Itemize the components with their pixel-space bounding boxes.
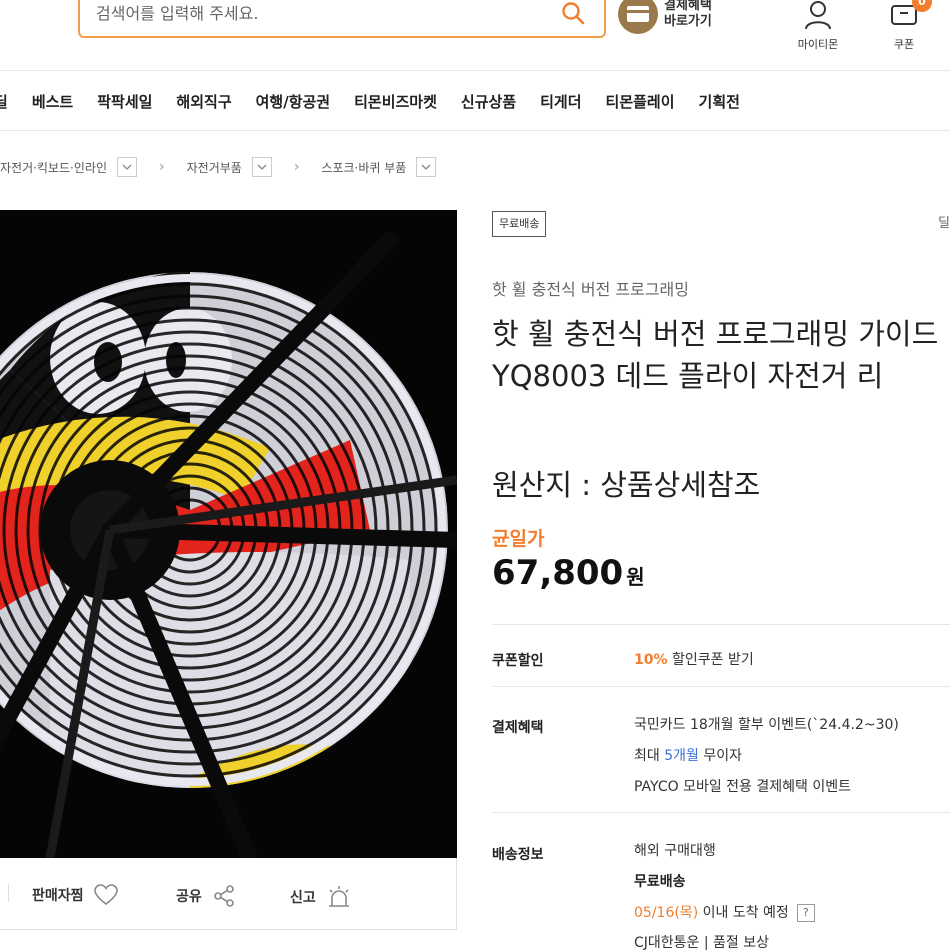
my-tmon-link[interactable]: 마이티몬	[788, 0, 848, 52]
chevron-down-icon[interactable]	[416, 157, 437, 177]
deal-label: 딜	[938, 216, 950, 231]
nav-item-new[interactable]: 신규상품	[461, 91, 516, 112]
chevron-down-icon[interactable]	[117, 157, 137, 177]
delivery-fee: 무료배송	[634, 874, 686, 890]
delivery-carrier: CJ대한통운 | 품절 보상	[634, 935, 770, 950]
search-input[interactable]	[96, 4, 536, 23]
breadcrumb-item[interactable]: 자전거·킥보드·인라인	[0, 157, 137, 177]
payment-benefit-label: 결제혜택	[492, 720, 544, 736]
header-divider	[0, 70, 950, 71]
nav-item-biz-market[interactable]: 티몬비즈마켓	[354, 91, 437, 112]
free-shipping-tag: 무료배송	[492, 211, 547, 237]
siren-icon	[328, 886, 349, 907]
search-box[interactable]	[78, 0, 606, 38]
pay-benefit-label: 결제혜택 바로가기	[664, 0, 712, 29]
nav-item-exhibition[interactable]: 기획전	[699, 91, 740, 112]
help-icon[interactable]: ?	[796, 904, 815, 922]
nav-item-overseas[interactable]: 해외직구	[176, 91, 231, 112]
payment-benefit-payco[interactable]: PAYCO 모바일 전용 결제혜택 이벤트	[634, 776, 851, 796]
coupon-link[interactable]: 쿠폰 0	[874, 0, 934, 52]
search-icon[interactable]	[560, 0, 586, 26]
delivery-eta: 05/16(목) 이내 도착 예정?	[634, 902, 815, 922]
product-price: 67,800 원	[492, 553, 645, 593]
chevron-right-icon: ›	[293, 159, 300, 175]
wish-button[interactable]: 판매자찜	[32, 884, 118, 906]
image-action-bar: 판매자찜 공유 신고	[0, 858, 457, 930]
payment-benefit-card[interactable]: 국민카드 18개월 할부 이벤트(`24.4.2~30)	[634, 714, 899, 734]
breadcrumb: 자전거·킥보드·인라인 › 자전거부품 › 스포크·바퀴 부품	[0, 157, 437, 177]
category-nav: 딜 베스트 팍팍세일 해외직구 여행/항공권 티몬비즈마켓 신규상품 티게더 티…	[0, 86, 764, 116]
product-image[interactable]	[0, 210, 457, 858]
product-title: 핫 휠 충전식 버전 프로그래밍 가이드 YQ8003 데드 플라이 자전거 리	[492, 317, 939, 393]
price-label: 균일가	[492, 528, 545, 550]
nav-item-tigether[interactable]: 티게더	[540, 91, 581, 112]
breadcrumb-item[interactable]: 자전거부품	[187, 157, 272, 177]
product-origin: 원산지 : 상품상세참조	[492, 468, 761, 502]
heart-icon	[93, 884, 118, 906]
report-button[interactable]: 신고	[290, 884, 352, 910]
pay-benefit-link[interactable]: 결제혜택 바로가기	[618, 0, 712, 34]
coupon-download-link[interactable]: 10% 할인쿠폰 받기	[634, 649, 754, 669]
divider	[492, 624, 950, 625]
user-icon	[805, 1, 831, 30]
share-icon	[213, 885, 234, 907]
divider	[492, 812, 950, 813]
my-tmon-label: 마이티몬	[797, 38, 839, 51]
card-icon	[618, 0, 658, 34]
chevron-right-icon: ›	[159, 159, 165, 175]
divider	[8, 884, 9, 902]
nav-item-sale[interactable]: 팍팍세일	[97, 91, 152, 112]
nav-item-best[interactable]: 베스트	[32, 91, 73, 112]
delivery-info-label: 배송정보	[492, 847, 544, 863]
delivery-type: 해외 구매대행	[634, 843, 716, 859]
product-brand[interactable]: 핫 휠 충전식 버전 프로그래밍	[492, 276, 689, 300]
nav-item-tmon-play[interactable]: 티몬플레이	[606, 91, 675, 112]
nav-divider	[0, 130, 950, 131]
coupon-label: 쿠폰	[893, 38, 915, 51]
nav-item-deal[interactable]: 딜	[0, 91, 8, 112]
payment-benefit-installment: 최대 5개월 무이자	[634, 748, 742, 764]
chevron-down-icon[interactable]	[251, 157, 272, 177]
nav-item-travel[interactable]: 여행/항공권	[256, 91, 330, 112]
share-button[interactable]: 공유	[176, 884, 236, 908]
breadcrumb-item[interactable]: 스포크·바퀴 부품	[321, 157, 437, 177]
divider	[492, 686, 950, 687]
coupon-discount-label: 쿠폰할인	[492, 653, 544, 669]
